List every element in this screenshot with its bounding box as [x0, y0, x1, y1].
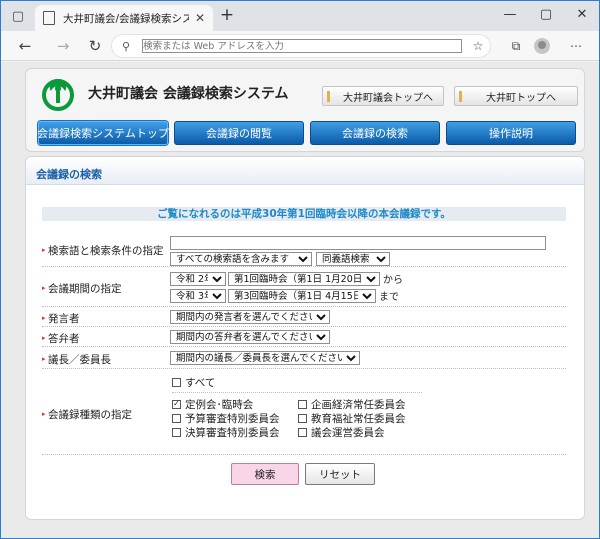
- from-year-select[interactable]: 令和 2年: [170, 271, 226, 286]
- search-button[interactable]: 検索: [231, 463, 299, 485]
- address-bar[interactable]: ⚲: [111, 34, 491, 58]
- council-top-link[interactable]: 大井町議会トップへ: [322, 86, 444, 106]
- checkbox-settlement-review-box[interactable]: [172, 427, 181, 437]
- checkbox-plenary[interactable]: ✓ 定例会･臨時会: [172, 397, 298, 411]
- tab-system-top[interactable]: 会議録検索システムトップ: [37, 121, 169, 145]
- keyword-mode-select[interactable]: すべての検索語を含みます: [170, 251, 312, 266]
- tab-bar: ▢ 大井町議会/会議録検索システム ✕ + — ▢ ✕: [1, 1, 599, 31]
- more-icon[interactable]: ⋯: [567, 37, 585, 55]
- respondent-label: 答弁者: [42, 331, 79, 346]
- meeting-type-row: 会議録種類の指定 すべて ✓ 定例会･臨時会 企画経: [42, 369, 566, 455]
- tab-help[interactable]: 操作説明: [446, 121, 576, 145]
- checkbox-council-steering-label: 議会運営委員会: [311, 426, 385, 439]
- tab-browse[interactable]: 会議録の閲覧: [174, 121, 304, 145]
- keyword-label: 検索語と検索条件の指定: [42, 243, 163, 258]
- favorites-icon[interactable]: ☆: [469, 37, 487, 55]
- keyword-row: 検索語と検索条件の指定 すべての検索語を含みます 同義語検索: [42, 231, 566, 267]
- checkbox-council-steering-box[interactable]: [298, 427, 307, 437]
- availability-notice: ご覧になれるのは平成30年第1回臨時会以降の本会議録です。: [42, 207, 566, 221]
- checkbox-council-steering[interactable]: 議会運営委員会: [298, 425, 428, 439]
- reload-icon[interactable]: ↻: [85, 36, 105, 56]
- speaker-select[interactable]: 期間内の発言者を選んでください: [170, 310, 330, 324]
- checkbox-budget-review[interactable]: 予算審査特別委員会: [172, 411, 298, 425]
- checkbox-budget-review-label: 予算審査特別委員会: [185, 412, 280, 425]
- chair-select[interactable]: 期間内の議長／委員長を選んでください: [170, 351, 360, 365]
- browser-window: ▢ 大井町議会/会議録検索システム ✕ + — ▢ ✕ ← → ↻ ⚲ ☆ ⧉ …: [0, 0, 600, 539]
- checkbox-education-welfare-box[interactable]: [298, 413, 307, 423]
- checkbox-settlement-review-label: 決算審査特別委員会: [185, 426, 280, 439]
- checkbox-all-label: すべて: [185, 376, 216, 389]
- forward-icon[interactable]: →: [53, 36, 73, 56]
- from-session-select[interactable]: 第1回臨時会（第1日 1月20日）: [228, 271, 380, 286]
- respondent-row: 答弁者 期間内の答弁者を選んでください: [42, 327, 566, 347]
- to-year-select[interactable]: 令和 3年: [170, 288, 226, 303]
- checkbox-all[interactable]: すべて: [172, 375, 428, 389]
- close-window-icon[interactable]: ✕: [573, 6, 591, 24]
- tab-search[interactable]: 会議録の検索: [310, 121, 440, 145]
- to-suffix: まで: [379, 292, 399, 303]
- panel-title: 会議録の検索: [26, 157, 584, 185]
- checkbox-plenary-label: 定例会･臨時会: [185, 398, 254, 411]
- tab-actions-icon[interactable]: ▢: [9, 7, 27, 25]
- synonym-select[interactable]: 同義語検索: [316, 251, 390, 266]
- checkbox-planning-economy[interactable]: 企画経済常任委員会: [298, 397, 428, 411]
- page-content: 大井町議会 会議録検索システム 大井町議会トップへ 大井町トップへ 会議録検索シ…: [1, 62, 599, 538]
- checkbox-planning-economy-box[interactable]: [298, 399, 307, 409]
- address-input[interactable]: [142, 39, 463, 53]
- checkbox-planning-economy-label: 企画経済常任委員会: [311, 398, 406, 411]
- avatar: [534, 38, 550, 54]
- period-label: 会議期間の指定: [42, 281, 121, 296]
- collections-icon[interactable]: ⧉: [507, 37, 525, 55]
- keyword-input[interactable]: [170, 235, 546, 250]
- meeting-type-label: 会議録種類の指定: [42, 407, 132, 422]
- checkbox-education-welfare-label: 教育福祉常任委員会: [311, 412, 406, 425]
- profile-icon[interactable]: [533, 37, 551, 55]
- maximize-icon[interactable]: ▢: [537, 6, 555, 24]
- speaker-row: 発言者 期間内の発言者を選んでください: [42, 307, 566, 327]
- search-panel: 会議録の検索 ご覧になれるのは平成30年第1回臨時会以降の本会議録です。 検索語…: [25, 156, 585, 520]
- tab-title: 大井町議会/会議録検索システム: [63, 12, 189, 25]
- main-nav: 会議録検索システムトップ 会議録の閲覧 会議録の検索 操作説明: [34, 121, 580, 147]
- town-emblem-icon: [42, 79, 74, 111]
- chair-label: 議長／委員長: [42, 352, 111, 367]
- speaker-label: 発言者: [42, 311, 79, 326]
- form-actions: 検索 リセット: [231, 463, 381, 487]
- browser-tab[interactable]: 大井町議会/会議録検索システム ✕: [35, 5, 213, 31]
- search-icon: ⚲: [122, 39, 131, 53]
- checkbox-budget-review-box[interactable]: [172, 413, 181, 423]
- from-suffix: から: [383, 275, 403, 286]
- back-icon[interactable]: ←: [15, 36, 35, 56]
- browser-toolbar: ← → ↻ ⚲ ☆ ⧉ ⋯: [1, 31, 599, 61]
- checkbox-settlement-review[interactable]: 決算審査特別委員会: [172, 425, 298, 439]
- checkbox-all-box[interactable]: [172, 377, 181, 387]
- respondent-select[interactable]: 期間内の答弁者を選んでください: [170, 330, 330, 344]
- page-icon: [43, 11, 55, 25]
- minimize-icon[interactable]: —: [501, 6, 519, 24]
- checkbox-plenary-box[interactable]: ✓: [172, 399, 181, 409]
- close-tab-icon[interactable]: ✕: [195, 11, 205, 25]
- period-row: 会議期間の指定 令和 2年 第1回臨時会（第1日 1月20日） から 令和 3: [42, 267, 566, 307]
- town-top-link[interactable]: 大井町トップへ: [454, 86, 578, 106]
- site-header: 大井町議会 会議録検索システム 大井町議会トップへ 大井町トップへ 会議録検索シ…: [25, 68, 585, 152]
- reset-button[interactable]: リセット: [305, 463, 375, 485]
- new-tab-icon[interactable]: +: [217, 7, 237, 25]
- to-session-select[interactable]: 第3回臨時会（第1日 4月15日）: [228, 288, 376, 303]
- chair-row: 議長／委員長 期間内の議長／委員長を選んでください: [42, 347, 566, 369]
- site-title: 大井町議会 会議録検索システム: [88, 86, 289, 102]
- checkbox-education-welfare[interactable]: 教育福祉常任委員会: [298, 411, 428, 425]
